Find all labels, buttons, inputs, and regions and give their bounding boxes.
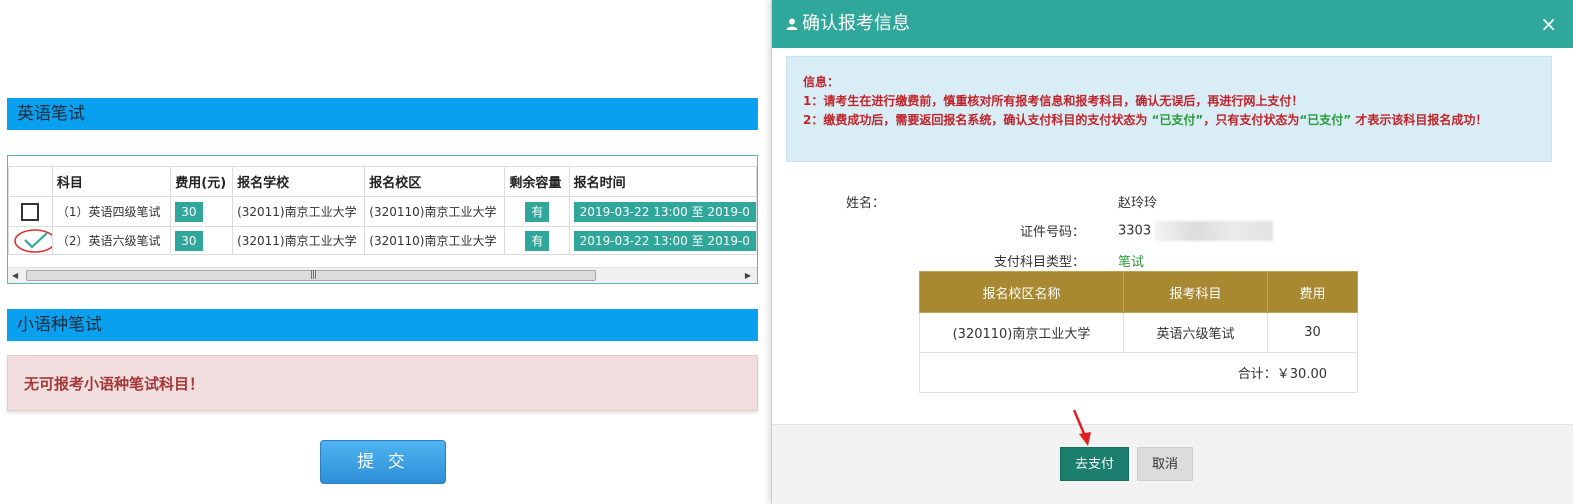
paid-status-2: “已支付” (1299, 113, 1352, 127)
cell-subject: （2）英语六级笔试 (51, 226, 172, 255)
notice-line-1: 1：请考生在进行缴费前，慎重核对所有报考信息和报考科目，确认无误后，再进行网上支… (803, 94, 1304, 108)
payment-header-row: 报名校区名称 报考科目 费用 (919, 271, 1358, 313)
header-campus-name: 报名校区名称 (919, 271, 1124, 313)
modal-header: 确认报考信息 (772, 0, 1573, 48)
pay-button[interactable]: 去支付 (1060, 447, 1129, 481)
red-arrow-icon (1072, 409, 1091, 446)
scroll-right-icon[interactable]: ▶ (745, 271, 751, 280)
cell-fee: 30 (170, 196, 234, 227)
table-row: (320110)南京工业大学 英语六级笔试 30 (919, 312, 1358, 353)
table-header-row: 科目 费用(元) 报名学校 报名校区 剩余容量 报名时间 (8, 166, 757, 197)
header-exam-subject: 报考科目 (1123, 271, 1268, 313)
cell-subject: （1）英语四级笔试 (51, 196, 172, 227)
notice-line-2c: 才表示该科目报名成功！ (1355, 113, 1488, 127)
cell-fee: 30 (170, 226, 234, 255)
no-subject-alert: 无可报考小语种笔试科目！ (7, 355, 758, 411)
row-checkbox-cell[interactable] (8, 196, 53, 227)
cell-capacity: 有 (504, 196, 570, 227)
scroll-left-icon[interactable]: ◀ (12, 271, 18, 280)
total-amount: 合计：￥30.00 (919, 352, 1358, 393)
header-check (8, 166, 53, 197)
submit-button[interactable]: 提 交 (320, 440, 446, 484)
paid-status-1: “已支付” (1151, 113, 1204, 127)
capacity-badge: 有 (525, 201, 550, 222)
header-fee: 费用 (1267, 271, 1358, 313)
subject-table: 科目 费用(元) 报名学校 报名校区 剩余容量 报名时间 （1）英语四级笔试 3… (8, 166, 757, 255)
time-badge: 2019-03-22 13:00 至 2019-0 (573, 230, 756, 251)
grip-icon: ||| (310, 270, 317, 280)
id-number: 3303 (1118, 223, 1152, 239)
cell-campus: (320110)南京工业大学 (364, 196, 506, 227)
name-value: 赵玲玲 (1118, 196, 1158, 211)
cell-school: (32011)南京工业大学 (232, 196, 366, 227)
type-value: 笔试 (1118, 255, 1145, 270)
notice-line-2a: 2：缴费成功后，需要返回报名系统，确认支付科目的支付状态为 (803, 113, 1148, 127)
section-header-english: 英语笔试 (7, 98, 758, 130)
fee-badge: 30 (175, 201, 203, 222)
checked-circle-icon[interactable] (13, 227, 52, 255)
cell-campus: (320110)南京工业大学 (364, 226, 506, 255)
subject-table-container: 科目 费用(元) 报名学校 报名校区 剩余容量 报名时间 （1）英语四级笔试 3… (7, 155, 758, 284)
close-icon[interactable]: × (1540, 0, 1557, 48)
cell-campus-name: (320110)南京工业大学 (919, 312, 1124, 353)
cell-exam-subject: 英语六级笔试 (1123, 312, 1268, 353)
modal-title: 确认报考信息 (802, 13, 910, 34)
cell-fee: 30 (1267, 312, 1358, 353)
user-icon (786, 18, 798, 30)
checkbox-unchecked[interactable] (21, 202, 40, 221)
capacity-badge: 有 (525, 230, 550, 251)
cell-school: (32011)南京工业大学 (232, 226, 366, 255)
notice-line-2b: ，只有支付状态为 (1203, 113, 1300, 127)
header-time: 报名时间 (568, 166, 757, 197)
row-checkbox-cell[interactable] (8, 226, 53, 255)
fee-badge: 30 (175, 230, 203, 251)
payment-table: 报名校区名称 报考科目 费用 (320110)南京工业大学 英语六级笔试 30 … (919, 271, 1358, 393)
redacted-mask (1155, 221, 1274, 241)
scrollbar-thumb[interactable]: ||| (26, 270, 596, 281)
modal-footer: 去支付 取消 (772, 424, 1573, 504)
name-label: 姓名： (845, 196, 885, 211)
cancel-button[interactable]: 取消 (1137, 447, 1193, 481)
cell-capacity: 有 (504, 226, 570, 255)
total-row: 合计：￥30.00 (919, 352, 1358, 393)
header-subject: 科目 (51, 166, 172, 197)
type-label: 支付科目类型： (993, 255, 1085, 270)
notice-box: 信息： 1：请考生在进行缴费前，慎重核对所有报考信息和报考科目，确认无误后，再进… (786, 56, 1552, 162)
id-value: 3303 (1118, 221, 1274, 241)
id-label: 证件号码： (1019, 225, 1085, 240)
table-row: （2）英语六级笔试 30 (32011)南京工业大学 (320110)南京工业大… (8, 226, 757, 255)
time-badge: 2019-03-22 13:00 至 2019-0 (573, 201, 756, 222)
notice-line-2: 2：缴费成功后，需要返回报名系统，确认支付科目的支付状态为 “已支付”，只有支付… (803, 111, 1551, 130)
header-capacity: 剩余容量 (504, 166, 570, 197)
horizontal-scrollbar[interactable]: ◀ ||| ▶ (8, 267, 757, 283)
header-school: 报名学校 (232, 166, 366, 197)
confirm-modal: 确认报考信息 × 信息： 1：请考生在进行缴费前，慎重核对所有报考信息和报考科目… (771, 0, 1573, 504)
section-header-minor-language: 小语种笔试 (7, 309, 758, 341)
header-campus: 报名校区 (364, 166, 506, 197)
cell-time: 2019-03-22 13:00 至 2019-0 (568, 226, 757, 255)
header-fee: 费用(元) (170, 166, 234, 197)
cell-time: 2019-03-22 13:00 至 2019-0 (568, 196, 757, 227)
table-row: （1）英语四级笔试 30 (32011)南京工业大学 (320110)南京工业大… (8, 196, 757, 227)
notice-heading: 信息： (803, 75, 840, 89)
